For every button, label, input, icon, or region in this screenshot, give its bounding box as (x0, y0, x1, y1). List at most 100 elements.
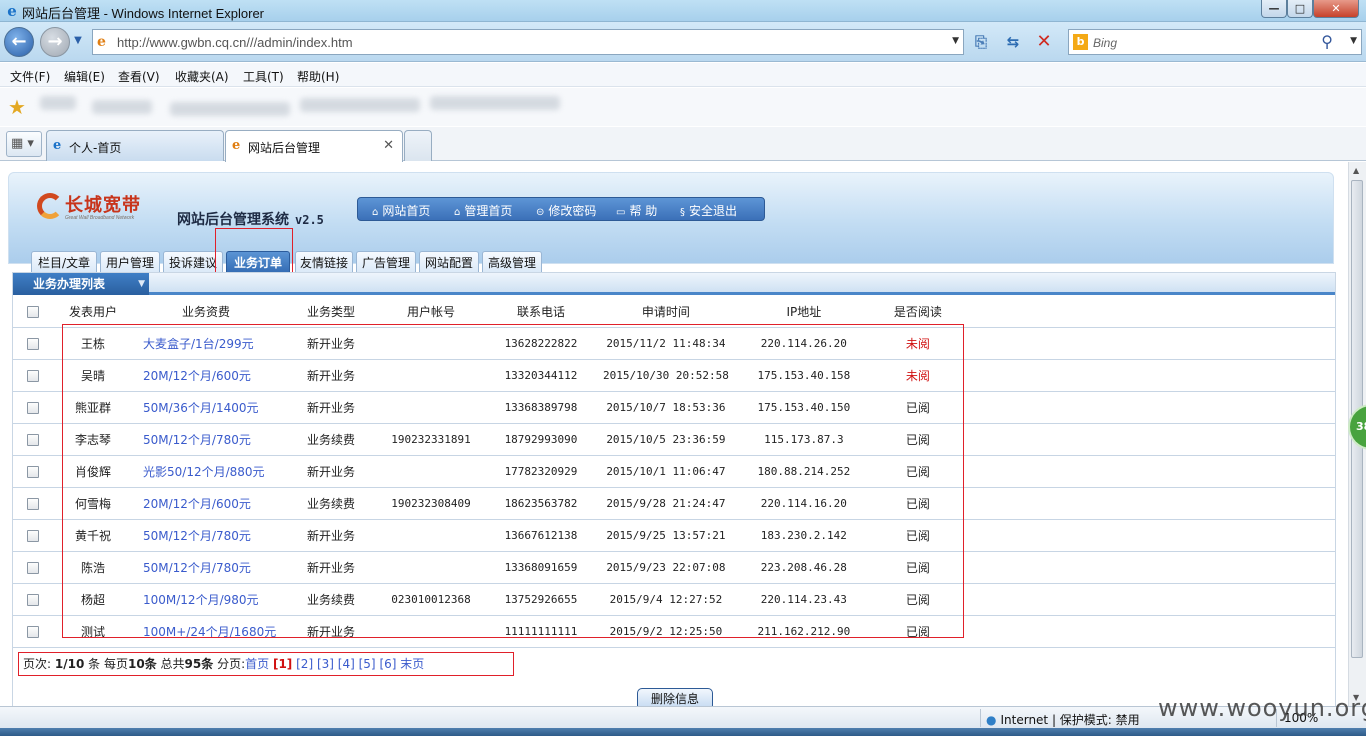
maximize-button[interactable]: □ (1287, 0, 1313, 18)
row-select-cell (13, 327, 53, 360)
search-icon[interactable]: ⚲ (1321, 32, 1333, 51)
ie-page-icon: e (53, 138, 62, 153)
address-text: http://www.gwbn.cq.cn///admin/index.htm (117, 35, 353, 50)
quick-tabs-icon[interactable]: ▦ ▾ (6, 131, 42, 157)
select-all-cell (13, 297, 53, 328)
row-checkbox[interactable] (27, 337, 39, 350)
pager-page-link[interactable]: [6] (379, 657, 396, 671)
scroll-up-icon[interactable]: ▲ (1353, 166, 1359, 175)
pager-page-link[interactable]: [1] (273, 657, 292, 671)
nav-logout[interactable]: § 安全退出 (680, 202, 737, 219)
browser-tab[interactable]: e 个人-首页 (46, 130, 224, 161)
nav-label: 修改密码 (548, 204, 597, 218)
col-account: 用户帐号 (383, 297, 479, 328)
menu-tools[interactable]: 工具(T) (243, 68, 284, 85)
menu-help[interactable]: 帮助(H) (297, 68, 339, 85)
menu-bar: 文件(F) 编辑(E) 查看(V) 收藏夹(A) 工具(T) 帮助(H) (0, 63, 1366, 87)
system-title-text: 网站后台管理系统 (177, 212, 289, 228)
logout-icon: § (680, 207, 685, 218)
menu-file[interactable]: 文件(F) (10, 68, 50, 85)
nav-label: 帮 助 (629, 204, 658, 218)
col-user: 发表用户 (53, 297, 133, 328)
forward-button[interactable]: → (40, 27, 70, 57)
nav-site-home[interactable]: ⌂ 网站首页 (372, 202, 430, 219)
nav-change-password[interactable]: ⊝ 修改密码 (536, 202, 596, 219)
cell-spacer (956, 583, 1335, 616)
pager-label-page: 页次: (23, 657, 52, 671)
home-icon: ⌂ (454, 207, 461, 218)
page-icon: e (97, 34, 106, 50)
row-checkbox[interactable] (27, 401, 39, 414)
row-checkbox[interactable] (27, 625, 39, 638)
admin-header: 长城宽带 Great Wall Broadband Network 网站后台管理… (8, 172, 1334, 275)
menu-favorites[interactable]: 收藏夹(A) (175, 68, 229, 85)
address-dropdown-icon[interactable]: ▼ (952, 36, 959, 46)
key-icon: ⊝ (536, 207, 545, 218)
logo-swirl-icon (37, 193, 63, 219)
pager-first-link[interactable]: 首页 (245, 657, 269, 671)
pager-current-page: 1/10 (54, 657, 85, 671)
cell-spacer (956, 327, 1335, 360)
address-bar[interactable]: e http://www.gwbn.cq.cn///admin/index.ht… (92, 29, 964, 55)
close-tab-icon[interactable]: ✕ (383, 138, 394, 153)
search-dropdown-icon[interactable]: ▼ (1350, 36, 1357, 46)
col-type: 业务类型 (279, 297, 383, 328)
nav-help[interactable]: ▭ 帮 助 (616, 202, 657, 219)
menu-view[interactable]: 查看(V) (118, 68, 160, 85)
row-checkbox[interactable] (27, 593, 39, 606)
row-select-cell (13, 519, 53, 552)
history-dropdown-icon[interactable]: ▼ (72, 35, 84, 47)
search-box[interactable]: b Bing ⚲ ▼ (1068, 29, 1362, 55)
minimize-button[interactable]: — (1261, 0, 1287, 18)
row-checkbox[interactable] (27, 497, 39, 510)
pager-total: 95条 (184, 657, 214, 671)
cell-spacer (956, 519, 1335, 552)
row-select-cell (13, 359, 53, 392)
pager-last-link[interactable]: 末页 (400, 657, 424, 671)
cell-spacer (956, 423, 1335, 456)
security-zone-text: Internet | 保护模式: 禁用 (1000, 713, 1140, 727)
menu-edit[interactable]: 编辑(E) (64, 68, 105, 85)
row-checkbox[interactable] (27, 369, 39, 382)
pager-page-link[interactable]: [5] (359, 657, 376, 671)
blurred-favorite (40, 96, 76, 110)
window-title: 网站后台管理 - Windows Internet Explorer (22, 6, 265, 21)
blurred-favorite (430, 96, 560, 110)
row-select-cell (13, 551, 53, 584)
delete-button[interactable]: 删除信息 (637, 688, 713, 706)
window-titlebar: e 网站后台管理 - Windows Internet Explorer — □… (0, 0, 1366, 22)
row-checkbox[interactable] (27, 433, 39, 446)
taskbar (0, 728, 1366, 736)
nav-label: 管理首页 (464, 204, 513, 218)
pager-label-total: 总共 (160, 657, 185, 671)
browser-tab-bar: ▦ ▾ e 个人-首页 e 网站后台管理 ✕ (0, 127, 1366, 162)
cell-spacer (956, 487, 1335, 520)
pager-label-pages: 分页: (217, 657, 246, 671)
pager-page-link[interactable]: [2] (296, 657, 313, 671)
close-window-button[interactable]: ✕ (1313, 0, 1359, 18)
row-checkbox[interactable] (27, 465, 39, 478)
row-checkbox[interactable] (27, 561, 39, 574)
pager-unit: 条 (88, 657, 101, 671)
browser-tab-active[interactable]: e 网站后台管理 ✕ (225, 130, 403, 162)
new-tab-button[interactable] (404, 130, 432, 161)
highlight-box-table (62, 324, 964, 638)
blurred-favorite (92, 100, 152, 114)
select-all-checkbox[interactable] (27, 306, 39, 319)
back-button[interactable]: ← (4, 27, 34, 57)
cell-spacer (956, 359, 1335, 392)
favorites-bar: ★ (0, 88, 1366, 126)
compatibility-view-icon[interactable]: ⎘ (968, 30, 994, 54)
pager-page-link[interactable]: [3] (317, 657, 334, 671)
pager-page-link[interactable]: [4] (338, 657, 355, 671)
panel-title-text: 业务办理列表 (33, 277, 106, 291)
row-checkbox[interactable] (27, 529, 39, 542)
security-zone: ● Internet | 保护模式: 禁用 (986, 711, 1140, 728)
cell-spacer (956, 615, 1335, 648)
nav-admin-home[interactable]: ⌂ 管理首页 (454, 202, 512, 219)
stop-icon[interactable]: ✕ (1031, 30, 1057, 54)
watermark: www.wooyun.org (1158, 694, 1366, 722)
col-read: 是否阅读 (878, 297, 957, 328)
favorites-star-icon[interactable]: ★ (8, 97, 26, 117)
refresh-icon[interactable]: ⇆ (1000, 30, 1026, 54)
